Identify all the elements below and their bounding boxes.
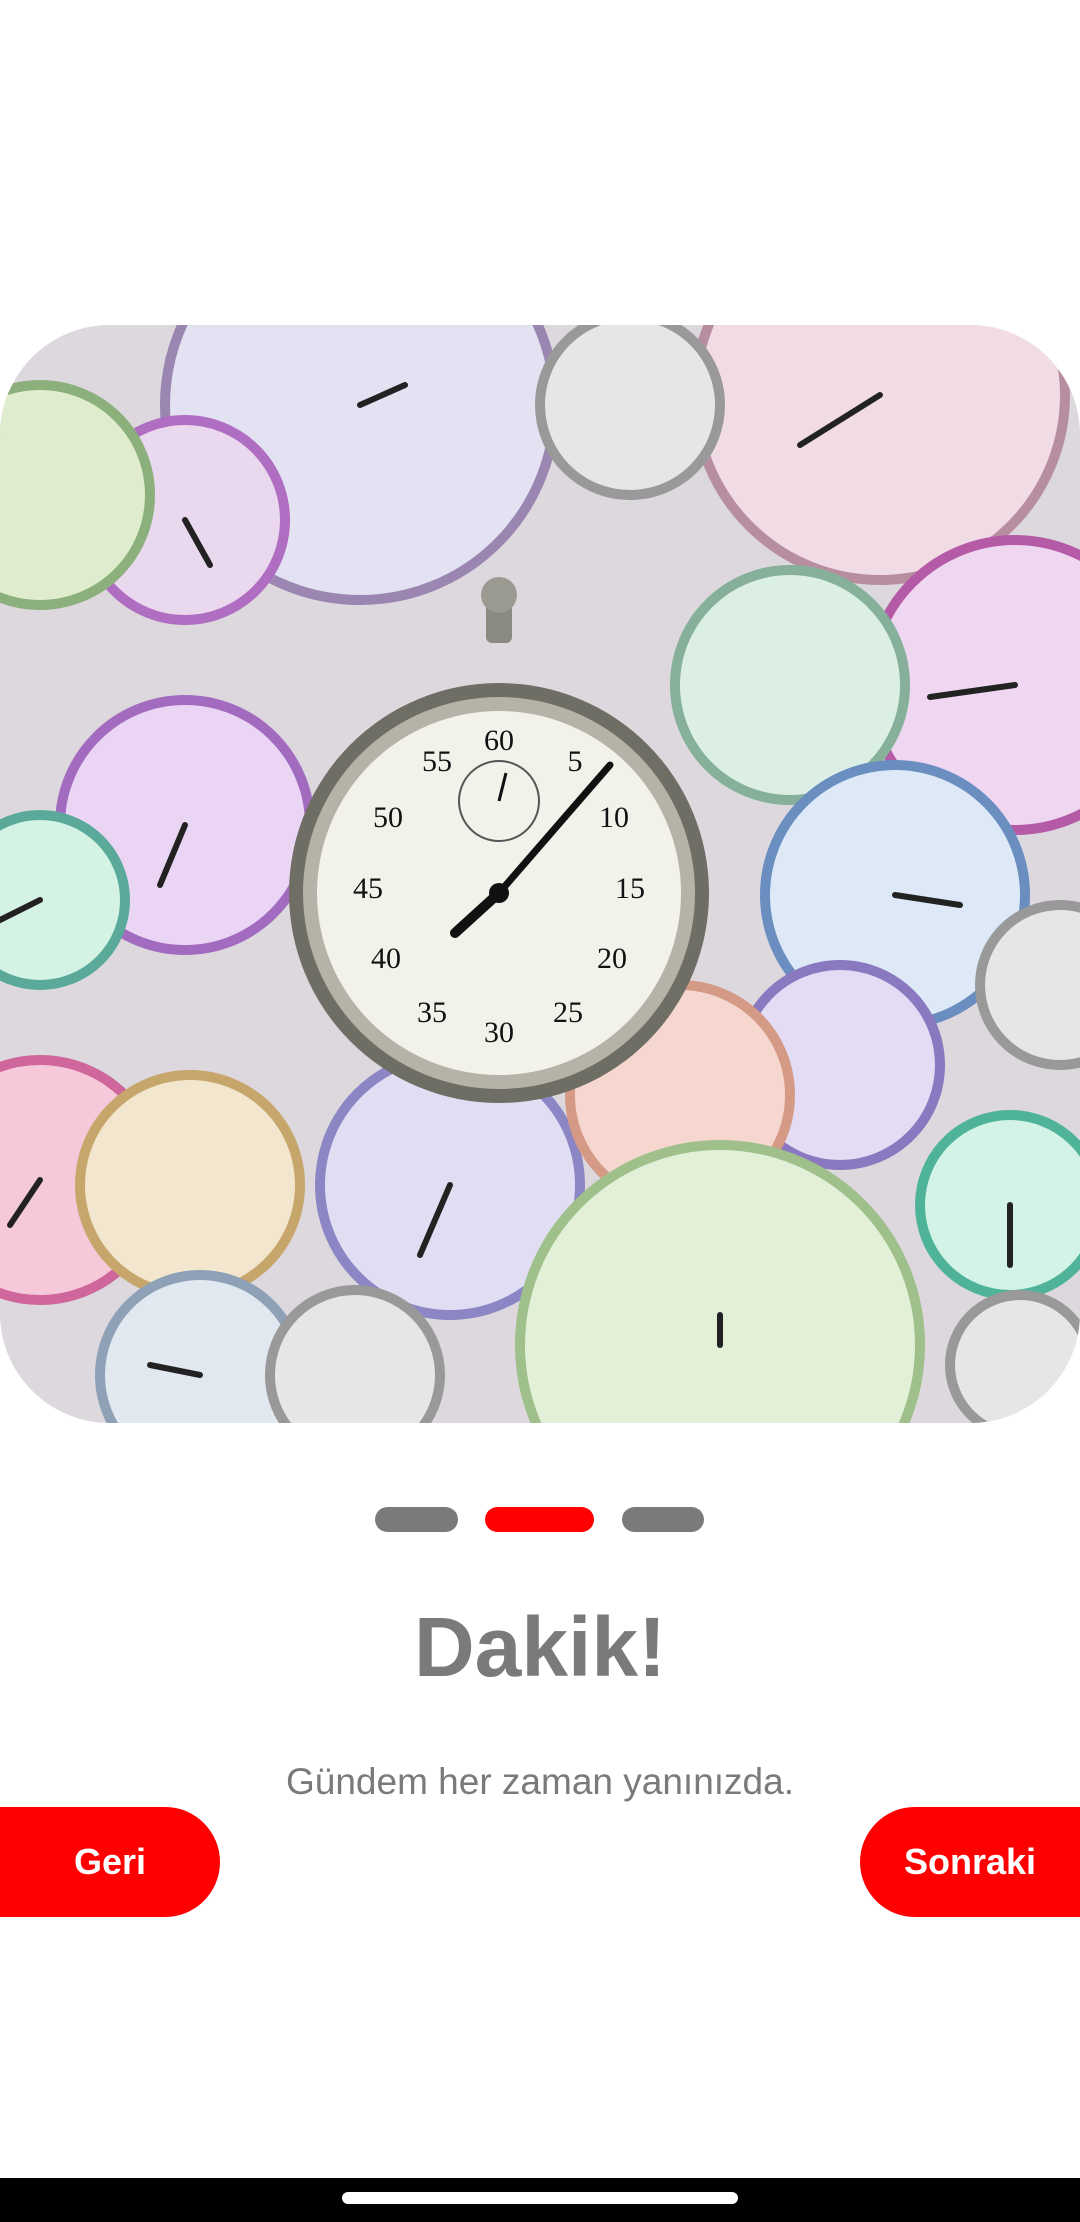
svg-text:35: 35	[417, 996, 447, 1029]
onboarding-title: Dakik!	[413, 1600, 667, 1694]
page-dot-2-active[interactable]	[485, 1507, 594, 1532]
svg-text:15: 15	[615, 872, 645, 905]
svg-text:10: 10	[599, 801, 629, 834]
home-indicator[interactable]	[342, 2192, 738, 2204]
page-dot-1[interactable]	[375, 1507, 458, 1532]
svg-text:55: 55	[422, 745, 452, 778]
svg-text:45: 45	[353, 872, 383, 905]
page-dot-3[interactable]	[622, 1507, 704, 1532]
page-indicator	[0, 1507, 1080, 1532]
svg-text:20: 20	[597, 942, 627, 975]
hero-image: 60 5 10 15 20 25 30 35 40 45 50 55	[0, 325, 1080, 1423]
svg-text:25: 25	[553, 996, 583, 1029]
onboarding-subtitle: Gündem her zaman yanınızda.	[285, 1761, 794, 1802]
next-button[interactable]: Sonraki	[860, 1807, 1080, 1917]
svg-text:50: 50	[373, 801, 403, 834]
svg-text:5: 5	[568, 745, 583, 778]
svg-text:40: 40	[371, 942, 401, 975]
svg-text:60: 60	[484, 724, 514, 757]
system-navigation-bar	[0, 2178, 1080, 2222]
stopwatch-collage-image: 60 5 10 15 20 25 30 35 40 45 50 55	[0, 325, 1080, 1423]
svg-text:30: 30	[484, 1016, 514, 1049]
back-button[interactable]: Geri	[0, 1807, 220, 1917]
